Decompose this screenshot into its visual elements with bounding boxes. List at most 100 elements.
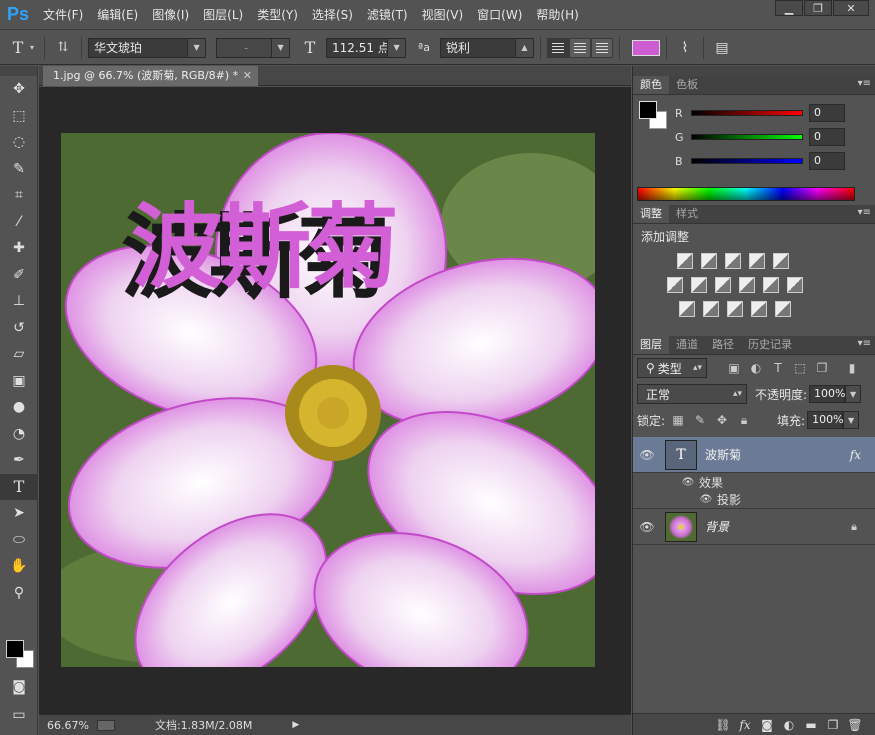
quick-selection-tool-icon[interactable]: ✎ (0, 156, 38, 183)
font-size-select[interactable]: 112.51 点 ▼ (326, 37, 407, 58)
levels-icon[interactable] (701, 253, 717, 269)
vibrance-icon[interactable] (773, 253, 789, 269)
type-tool-icon[interactable]: T (0, 473, 38, 500)
zoom-tool-icon[interactable]: ⚲ (0, 580, 38, 607)
marquee-tool-icon[interactable]: ⬚ (0, 103, 38, 130)
black-white-icon[interactable] (715, 277, 731, 293)
menu-file[interactable]: 文件(F) (36, 0, 90, 30)
new-layer-icon[interactable]: ❐ (822, 718, 844, 732)
blue-slider[interactable] (691, 158, 803, 164)
tab-layers[interactable]: 图层 (633, 336, 669, 354)
layer-filter-select[interactable]: ⚲ 类型 ▴▾ (637, 358, 707, 378)
zoom-level[interactable]: 66.67% (47, 719, 89, 732)
panel-dock-header[interactable] (633, 66, 875, 76)
eye-icon[interactable]: 👁︎ (633, 520, 661, 534)
color-lookup-icon[interactable] (787, 277, 803, 293)
crop-tool-icon[interactable]: ⌗ (0, 182, 38, 209)
menu-view[interactable]: 视图(V) (415, 0, 471, 30)
eraser-tool-icon[interactable]: ▱ (0, 341, 38, 368)
green-slider[interactable] (691, 134, 803, 140)
color-swatches[interactable] (6, 640, 36, 670)
channel-mixer-icon[interactable] (763, 277, 779, 293)
drop-shadow-row[interactable]: 👁︎ 投影 (633, 491, 875, 509)
tab-styles[interactable]: 样式 (669, 205, 705, 223)
selective-color-icon[interactable] (751, 301, 767, 317)
preset-dropdown-icon[interactable]: ▾ (30, 43, 34, 52)
filter-shape-icon[interactable]: ⬚ (793, 361, 807, 375)
filter-toggle-icon[interactable]: ▮ (845, 361, 859, 375)
panel-menu-icon[interactable]: ▾≡ (858, 78, 871, 89)
minimize-button[interactable]: ▁ (775, 0, 803, 16)
tab-adjustments[interactable]: 调整 (633, 205, 669, 223)
close-button[interactable]: ✕ (833, 0, 869, 16)
menu-window[interactable]: 窗口(W) (470, 0, 529, 30)
curves-icon[interactable] (725, 253, 741, 269)
color-balance-icon[interactable] (691, 277, 707, 293)
foreground-color-swatch[interactable] (6, 640, 24, 658)
warp-text-icon[interactable]: ⌇ (673, 40, 697, 56)
filter-smart-object-icon[interactable]: ❐ (815, 361, 829, 375)
filter-type-icon[interactable]: T (771, 361, 785, 375)
ellipse-tool-icon[interactable]: ⬭ (0, 527, 38, 554)
maximize-button[interactable]: ❐ (804, 0, 832, 16)
pen-tool-icon[interactable]: ✒ (0, 447, 38, 474)
delete-layer-icon[interactable]: 🗑︎ (844, 718, 866, 732)
opacity-dropdown-icon[interactable]: ▼ (845, 385, 862, 403)
gradient-tool-icon[interactable]: ▣ (0, 368, 38, 395)
text-color-swatch[interactable] (631, 39, 660, 56)
close-tab-icon[interactable]: ✕ (243, 66, 252, 86)
new-group-icon[interactable]: ▬ (800, 718, 822, 732)
eye-icon[interactable]: 👁︎ (681, 477, 695, 488)
menu-image[interactable]: 图像(I) (145, 0, 196, 30)
lock-transparent-icon[interactable]: ▦ (671, 413, 685, 427)
red-slider[interactable] (691, 110, 803, 116)
blur-tool-icon[interactable]: ● (0, 394, 38, 421)
color-spectrum[interactable] (637, 187, 855, 201)
status-info-icon[interactable] (96, 719, 115, 731)
quick-mask-icon[interactable]: ◙ (0, 674, 38, 701)
blend-mode-select[interactable]: 正常 ▴▾ (637, 384, 747, 404)
character-panel-icon[interactable]: ▤ (710, 40, 734, 56)
add-mask-icon[interactable]: ◙ (756, 718, 778, 732)
foreground-color-swatch[interactable] (639, 101, 657, 119)
eye-icon[interactable]: 👁︎ (699, 494, 713, 505)
panel-menu-icon[interactable]: ▾≡ (858, 207, 871, 218)
tab-paths[interactable]: 路径 (705, 336, 741, 354)
posterize-icon[interactable] (703, 301, 719, 317)
fill-input[interactable]: 100% (807, 411, 844, 429)
align-left-button[interactable] (546, 37, 569, 58)
menu-select[interactable]: 选择(S) (305, 0, 360, 30)
menu-edit[interactable]: 编辑(E) (90, 0, 145, 30)
menu-layer[interactable]: 图层(L) (196, 0, 250, 30)
antialias-select[interactable]: 锐利 ▲ (439, 37, 534, 58)
invert-icon[interactable] (679, 301, 695, 317)
opacity-input[interactable]: 100% (809, 385, 846, 403)
text-layer[interactable]: 波斯菊 (131, 173, 399, 306)
history-brush-tool-icon[interactable]: ↺ (0, 315, 38, 342)
lasso-tool-icon[interactable]: ◌ (0, 129, 38, 156)
tab-channels[interactable]: 通道 (669, 336, 705, 354)
filter-adjustment-icon[interactable]: ◐ (749, 361, 763, 375)
lock-position-icon[interactable]: ✥ (715, 413, 729, 427)
photo-filter-icon[interactable] (739, 277, 755, 293)
dodge-tool-icon[interactable]: ◔ (0, 421, 38, 448)
layer-background[interactable]: 👁︎ 背景 🔒︎ (633, 509, 875, 545)
eye-icon[interactable]: 👁︎ (633, 448, 661, 462)
brush-tool-icon[interactable]: ✐ (0, 262, 38, 289)
eyedropper-tool-icon[interactable]: ⁄ (0, 209, 38, 236)
lock-image-icon[interactable]: ✎ (693, 413, 707, 427)
menu-help[interactable]: 帮助(H) (529, 0, 585, 30)
align-right-button[interactable] (590, 37, 613, 58)
toggle-text-orientation-icon[interactable]: ⇅ (51, 40, 75, 55)
panel-menu-icon[interactable]: ▾≡ (858, 338, 871, 349)
lock-all-icon[interactable]: 🔒︎ (737, 413, 751, 427)
brightness-contrast-icon[interactable] (677, 253, 693, 269)
gradient-map-icon[interactable] (775, 301, 791, 317)
effects-row[interactable]: 👁︎ 效果 (633, 473, 875, 491)
green-value-input[interactable]: 0 (809, 128, 845, 146)
tools-panel-header[interactable] (0, 66, 37, 76)
red-value-input[interactable]: 0 (809, 104, 845, 122)
tab-history[interactable]: 历史记录 (741, 336, 799, 354)
fx-icon[interactable]: fx (850, 448, 861, 462)
hand-tool-icon[interactable]: ✋ (0, 553, 38, 580)
